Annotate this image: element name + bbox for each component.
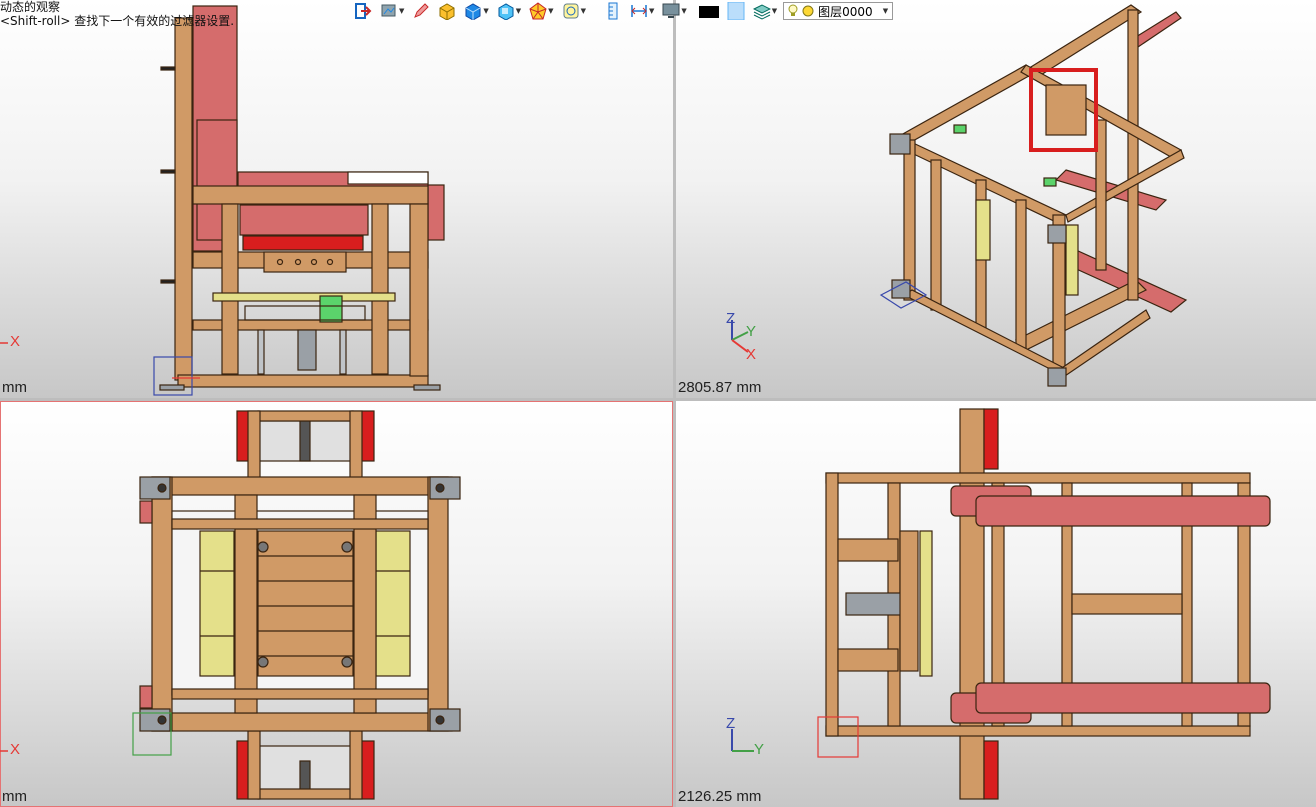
layer-color-icon bbox=[802, 5, 814, 17]
chevron-down-icon: ▼ bbox=[648, 7, 655, 15]
cube-outline-button[interactable]: ▼ bbox=[495, 1, 523, 21]
background-black-button[interactable] bbox=[693, 1, 721, 21]
chevron-down-icon: ▼ bbox=[681, 7, 687, 15]
exit-button[interactable] bbox=[352, 1, 374, 21]
layer-display-icon bbox=[563, 3, 579, 19]
layer-name: 图层0000 bbox=[818, 4, 873, 19]
horizontal-measure-button[interactable]: ▼ bbox=[628, 1, 656, 21]
chevron-down-icon: ▼ bbox=[399, 7, 405, 15]
cube-blue-icon bbox=[465, 3, 481, 20]
status-hint: 动态的观察 <Shift-roll> 查找下一个有效的过滤器设置. bbox=[0, 0, 234, 28]
chevron-down-icon: ▼ bbox=[882, 7, 889, 15]
side-view-drawing bbox=[0, 5, 445, 396]
box-yellow-icon bbox=[439, 3, 455, 20]
viewport-top-view[interactable]: X mm bbox=[0, 401, 673, 807]
background-blue-button[interactable] bbox=[725, 1, 747, 21]
polyhedron-button[interactable]: ▼ bbox=[527, 1, 555, 21]
axis-x-label: X bbox=[10, 333, 21, 350]
view-scale-readout: mm bbox=[2, 379, 27, 396]
hint-line-2: <Shift-roll> 查找下一个有效的过滤器设置. bbox=[0, 14, 235, 28]
ruler-vertical-icon bbox=[608, 2, 618, 20]
axis-z-label: Z bbox=[726, 715, 736, 732]
chevron-down-icon: ▼ bbox=[548, 7, 554, 15]
chevron-down-icon: ▼ bbox=[580, 7, 586, 15]
pencil-icon bbox=[414, 3, 430, 18]
polyhedron-icon bbox=[529, 2, 547, 20]
axis-y-label: Y bbox=[746, 323, 757, 340]
monitor-button[interactable]: ▼ bbox=[660, 1, 688, 21]
layer-display-button[interactable]: ▼ bbox=[560, 1, 588, 21]
exit-icon bbox=[355, 3, 372, 19]
viewport-front-view[interactable]: Z Y 2126.25 mm bbox=[676, 401, 1316, 807]
chevron-down-icon: ▼ bbox=[515, 7, 522, 15]
render-mode-button[interactable]: ▼ bbox=[378, 1, 406, 21]
axis-x-label: X bbox=[746, 346, 757, 363]
render-mode-icon bbox=[381, 4, 396, 17]
front-view-drawing bbox=[731, 408, 1271, 800]
cube-outline-icon bbox=[498, 3, 514, 20]
vertical-measure-button[interactable] bbox=[602, 1, 624, 21]
layers-stack-icon bbox=[752, 4, 771, 20]
view-scale-readout: 2805.87 mm bbox=[678, 379, 762, 396]
monitor-icon bbox=[662, 3, 680, 18]
lightbulb-icon bbox=[788, 4, 798, 16]
view-scale-readout: mm bbox=[2, 788, 27, 805]
view-toolbar: ▼ ▼ ▼ ▼ ▼ ▼ ▼ ▼ 图层0000 ▼ bbox=[352, 0, 1002, 22]
axis-z-label: Z bbox=[726, 310, 736, 327]
color-swatch-black-icon bbox=[698, 6, 719, 18]
cube-button[interactable]: ▼ bbox=[462, 1, 490, 21]
chevron-down-icon: ▼ bbox=[771, 7, 778, 15]
chevron-down-icon: ▼ bbox=[483, 7, 489, 15]
view-scale-readout: 2126.25 mm bbox=[678, 788, 762, 805]
hint-line-1: 动态的观察 bbox=[0, 0, 61, 14]
axis-x-label: X bbox=[10, 741, 21, 758]
color-swatch-blue-icon bbox=[727, 2, 745, 20]
axis-y-label: Y bbox=[754, 741, 765, 758]
sketch-button[interactable] bbox=[410, 1, 432, 21]
layer-dropdown[interactable]: 图层0000 ▼ bbox=[783, 2, 894, 20]
viewport-isometric-view[interactable]: Z Y X 2805.87 mm bbox=[676, 0, 1316, 398]
box-button[interactable] bbox=[436, 1, 458, 21]
viewport-side-view[interactable]: X mm bbox=[0, 0, 673, 398]
isometric-view-drawing bbox=[731, 4, 1188, 387]
layers-button[interactable]: ▼ bbox=[751, 1, 779, 21]
ruler-horizontal-icon bbox=[631, 5, 647, 17]
top-view-drawing bbox=[0, 410, 461, 800]
